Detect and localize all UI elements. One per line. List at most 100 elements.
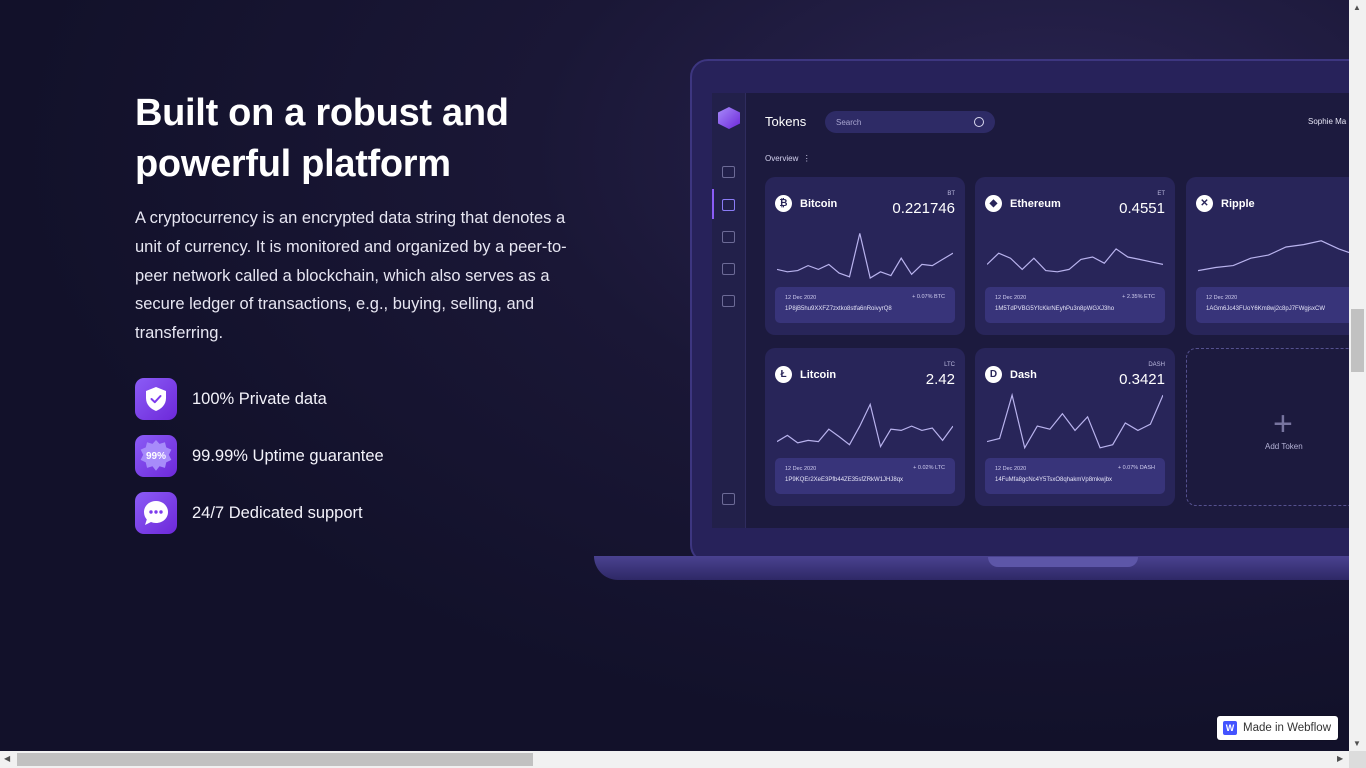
wallet-icon[interactable] bbox=[722, 199, 735, 211]
sparkline-chart bbox=[987, 392, 1163, 450]
chat-bubble-icon bbox=[135, 492, 177, 534]
token-value: 0.4551 bbox=[1119, 200, 1165, 217]
token-symbol: ET bbox=[1157, 191, 1165, 197]
token-info: 12 Dec 2020 + 0.02% LTC 1P9KQEr2XeE3Pfb44Z… bbox=[775, 458, 955, 494]
token-value: 0.3421 bbox=[1119, 371, 1165, 388]
token-info: 12 Dec 2020 + 0.07% DASH 14FuMfa8gcNc4Y5Ts… bbox=[985, 458, 1165, 494]
token-card[interactable]: ₿ Bitcoin BT 0.221746 12 Dec 2020 + 0.07% BTC… bbox=[765, 177, 965, 335]
sparkline-chart bbox=[987, 248, 1163, 273]
feature-label: 99.99% Uptime guarantee bbox=[192, 446, 384, 465]
feature-label: 24/7 Dedicated support bbox=[192, 503, 363, 522]
horizontal-scrollbar[interactable]: ◀ ▶ bbox=[0, 751, 1349, 768]
chart-icon[interactable] bbox=[722, 166, 735, 178]
search-input[interactable]: Search bbox=[825, 111, 995, 133]
coin-icon: D bbox=[985, 366, 1002, 383]
laptop-base bbox=[594, 556, 1349, 580]
token-card[interactable]: Ł Litcoin LTC 2.42 12 Dec 2020 + 0.02% LTC 1P9… bbox=[765, 348, 965, 506]
scroll-up-arrow-icon[interactable]: ▲ bbox=[1353, 3, 1361, 12]
badge-99-text: 99% bbox=[145, 450, 166, 462]
app-logo-icon bbox=[718, 107, 740, 129]
feature-uptime: 99% 99.99% Uptime guarantee bbox=[135, 435, 384, 477]
sparkline-chart bbox=[777, 402, 953, 449]
search-placeholder: Search bbox=[836, 117, 862, 127]
token-address: 1P9KQEr2XeE3Pfb44ZE35sfZRkW1JHJ8qx bbox=[785, 477, 904, 483]
vertical-scroll-thumb[interactable] bbox=[1351, 309, 1364, 372]
page-title-line-2: powerful platform bbox=[135, 143, 451, 185]
sparkline-chart bbox=[777, 233, 953, 279]
sparkline-chart bbox=[1198, 240, 1349, 272]
token-address: 1M5TdPVBG5YfcKkrNEyhPu3n8pWGXJ3ho bbox=[995, 306, 1115, 312]
sparkline-path bbox=[777, 233, 953, 279]
token-info: 12 Dec 2020+ 2.631AGm6Jc43FUoY6Km8wj2c8p… bbox=[1196, 287, 1349, 323]
scroll-left-arrow-icon[interactable]: ◀ bbox=[4, 754, 10, 763]
coin-icon: Ł bbox=[775, 366, 792, 383]
add-token-button[interactable]: + Add Token bbox=[1186, 348, 1349, 506]
scroll-down-arrow-icon[interactable]: ▼ bbox=[1353, 739, 1361, 748]
sparkline-path bbox=[987, 392, 1163, 450]
token-name: Ethereum bbox=[1010, 198, 1061, 210]
token-symbol: DASH bbox=[1148, 362, 1165, 368]
token-symbol: BT bbox=[947, 191, 955, 197]
sidebar-active-indicator bbox=[712, 189, 714, 219]
dashboard-screen: Tokens Search Sophie Ma Overview ⋮ ₿ Bitc… bbox=[712, 93, 1349, 528]
token-card[interactable]: D Dash DASH 0.3421 12 Dec 2020 + 0.07% DASH 14… bbox=[975, 348, 1175, 506]
page: Built on a robust and powerful platform … bbox=[0, 0, 1349, 751]
badge-99-icon: 99% bbox=[135, 435, 177, 477]
token-symbol: LTC bbox=[944, 362, 955, 368]
token-name: Ripple bbox=[1221, 198, 1255, 210]
token-card[interactable]: ✕Ripple1.12 Dec 2020+ 2.631AGm6Jc43FUoY6… bbox=[1186, 177, 1349, 335]
token-date: 12 Dec 2020 bbox=[785, 466, 817, 472]
sparkline-path bbox=[1198, 240, 1349, 272]
token-address: 14FuMfa8gcNc4Y5TsxO8qhakmVp8mkwjbx bbox=[995, 477, 1113, 483]
plus-icon: + bbox=[1273, 405, 1293, 443]
token-change: + 2.35% ETC bbox=[1122, 294, 1155, 300]
token-name: Bitcoin bbox=[800, 198, 838, 210]
token-address: 1AGm6Jc43FUoY6Km8wj2c8pJ7FWgjsxCW bbox=[1206, 306, 1326, 312]
token-value: 2.42 bbox=[925, 371, 955, 388]
webflow-logo-icon: W bbox=[1223, 721, 1237, 735]
user-name[interactable]: Sophie Ma bbox=[1308, 117, 1346, 126]
feature-private-data: 100% Private data bbox=[135, 378, 327, 420]
coin-icon: ₿ bbox=[775, 195, 792, 212]
overview-label: Overview bbox=[765, 154, 799, 163]
laptop-notch bbox=[988, 557, 1138, 567]
dashboard-sidebar bbox=[712, 93, 746, 528]
search-icon[interactable] bbox=[974, 117, 984, 127]
hero-description: A cryptocurrency is an encrypted data st… bbox=[135, 209, 567, 343]
token-address: 1P8jB5hu9XXFZ7zxtko8stfa6nRoivyrQ8 bbox=[785, 306, 892, 312]
dashboard-title: Tokens bbox=[765, 114, 807, 129]
document-icon[interactable] bbox=[722, 263, 735, 275]
calendar-icon[interactable] bbox=[722, 295, 735, 307]
token-date: 12 Dec 2020 bbox=[785, 295, 817, 301]
home-icon[interactable] bbox=[722, 231, 735, 243]
coin-icon: ✕ bbox=[1196, 195, 1213, 212]
feature-label: 100% Private data bbox=[192, 389, 327, 408]
sparkline-path bbox=[987, 248, 1163, 273]
feature-support: 24/7 Dedicated support bbox=[135, 492, 363, 534]
sparkline-path bbox=[777, 402, 953, 449]
vertical-scrollbar[interactable]: ▲ ▼ bbox=[1349, 0, 1366, 751]
token-value: 0.221746 bbox=[892, 200, 955, 217]
made-in-webflow-badge[interactable]: W Made in Webflow bbox=[1217, 716, 1338, 740]
scroll-right-arrow-icon[interactable]: ▶ bbox=[1337, 754, 1343, 763]
token-card[interactable]: ◆ Ethereum ET 0.4551 12 Dec 2020 + 2.35% ETC 1… bbox=[975, 177, 1175, 335]
token-date: 12 Dec 2020 bbox=[1206, 295, 1238, 301]
scrollbar-corner bbox=[1349, 751, 1366, 768]
message-icon[interactable] bbox=[722, 493, 735, 505]
add-token-label: Add Token bbox=[1265, 442, 1303, 451]
overview-menu[interactable]: Overview ⋮ bbox=[765, 154, 811, 163]
token-date: 12 Dec 2020 bbox=[995, 295, 1027, 301]
token-change: + 0.07% DASH bbox=[1117, 465, 1155, 471]
token-change: + 0.02% LTC bbox=[913, 465, 945, 471]
token-info: 12 Dec 2020 + 0.07% BTC 1P8jB5hu9XXFZ7zxtk… bbox=[775, 287, 955, 323]
page-title: Built on a robust and powerful platform bbox=[135, 88, 595, 190]
shield-check-icon bbox=[135, 378, 177, 420]
coin-icon: ◆ bbox=[985, 195, 1002, 212]
horizontal-scroll-thumb[interactable] bbox=[17, 753, 533, 766]
token-info: 12 Dec 2020 + 2.35% ETC 1M5TdPVBG5YfcKkrNE… bbox=[985, 287, 1165, 323]
token-name: Dash bbox=[1010, 369, 1037, 381]
more-vertical-icon[interactable]: ⋮ bbox=[801, 154, 811, 163]
token-change: + 0.07% BTC bbox=[912, 294, 945, 300]
badge-label: Made in Webflow bbox=[1243, 722, 1331, 734]
token-name: Litcoin bbox=[800, 369, 837, 381]
